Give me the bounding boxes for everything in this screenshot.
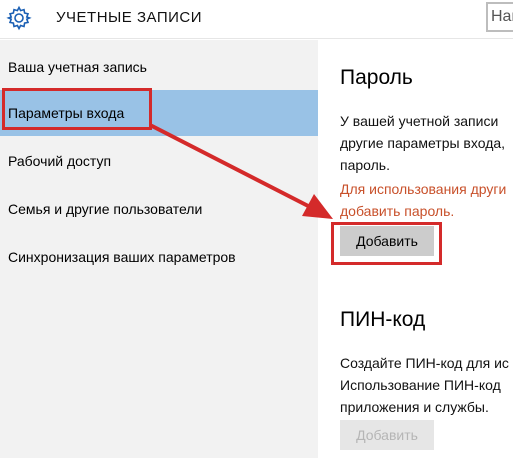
sidebar-item-label: Рабочий доступ	[8, 153, 112, 169]
add-pin-button[interactable]: Добавить	[340, 420, 434, 450]
sidebar-item-label: Семья и другие пользователи	[8, 201, 203, 217]
page-title: УЧЕТНЫЕ ЗАПИСИ	[56, 9, 203, 26]
sidebar-item-label: Ваша учетная запись	[8, 59, 147, 75]
sidebar-item-sync[interactable]: Синхронизация ваших параметров	[0, 234, 318, 280]
title-bar: УЧЕТНЫЕ ЗАПИСИ Най	[0, 0, 513, 39]
sidebar-item-label: Синхронизация ваших параметров	[8, 249, 236, 265]
sidebar-item-family[interactable]: Семья и другие пользователи	[0, 186, 318, 232]
password-warning-line: добавить пароль.	[340, 203, 455, 219]
search-input[interactable]: Най	[486, 2, 513, 32]
password-description-line: У вашей учетной записи	[340, 113, 499, 129]
password-description-line: другие параметры входа,	[340, 135, 506, 151]
pin-description-line: Использование ПИН-код	[340, 377, 501, 393]
pin-description-line: Создайте ПИН-код для ис	[340, 355, 509, 371]
password-description-line: пароль.	[340, 157, 390, 173]
password-warning-line: Для использования други	[340, 181, 507, 197]
pin-heading: ПИН-код	[340, 308, 426, 331]
password-heading: Пароль	[340, 66, 413, 89]
gear-icon[interactable]	[6, 5, 32, 31]
sidebar-item-work-access[interactable]: Рабочий доступ	[0, 138, 318, 184]
highlight-box-sign-in-options	[2, 88, 152, 130]
pin-description-line: приложения и службы.	[340, 399, 489, 415]
sidebar-item-your-account[interactable]: Ваша учетная запись	[0, 44, 318, 90]
highlight-box-add-button	[331, 222, 442, 265]
